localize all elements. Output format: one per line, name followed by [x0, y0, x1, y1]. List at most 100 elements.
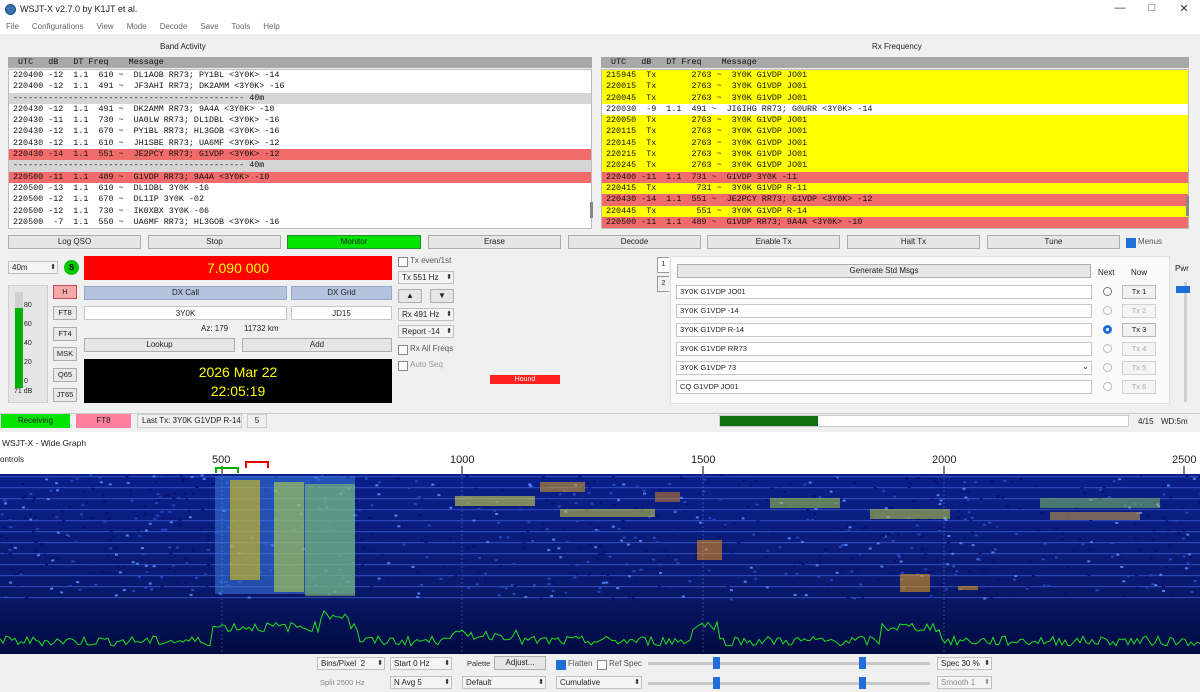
- tx6-button[interactable]: Tx 6: [1122, 380, 1156, 394]
- report-spinner[interactable]: Report -14: [398, 325, 454, 338]
- msk-mode-button[interactable]: MSK: [53, 347, 77, 361]
- minimize-icon[interactable]: —: [1105, 2, 1135, 18]
- tx4-message[interactable]: 3Y0K G1VDP RR73: [676, 342, 1092, 356]
- power-slider[interactable]: [1176, 286, 1190, 293]
- stop-button[interactable]: Stop: [148, 235, 281, 249]
- bins-per-pixel-spinner[interactable]: Bins/Pixel 2: [317, 657, 385, 670]
- monitor-button[interactable]: Monitor: [287, 235, 421, 249]
- tx1-message[interactable]: 3Y0K G1VDP JO01: [676, 285, 1092, 299]
- decode-row[interactable]: 220430 -14 1.1 551 ~ JE2PCY RR73; G1VDP …: [9, 149, 591, 161]
- decode-row[interactable]: 220500 -12 1.1 670 ~ DL1IP 3Y0K -02: [9, 194, 591, 205]
- decode-row[interactable]: 220500 -12 1.1 730 ~ IK0XBX 3Y0K -06: [9, 206, 591, 217]
- decode-row[interactable]: 220430 -11 1.1 730 ~ UA0LW RR73; DL1DBL …: [9, 115, 591, 126]
- tx6-message[interactable]: CQ G1VDP JO01: [676, 380, 1092, 394]
- close-icon[interactable]: ✕: [1169, 2, 1199, 18]
- decode-row[interactable]: 220430 -12 1.1 491 ~ DK2AMM RR73; 9A4A <…: [9, 104, 591, 115]
- s-meter-button[interactable]: S: [64, 260, 79, 275]
- generate-std-msgs-button[interactable]: Generate Std Msgs: [677, 264, 1091, 278]
- zero-slider[interactable]: [859, 657, 866, 669]
- band-activity-scrollbar[interactable]: [590, 202, 593, 218]
- rx-frequency-list[interactable]: 215945 Tx 2763 ~ 3Y0K G1VDP JO01 220015 T…: [601, 69, 1189, 229]
- tx3-message[interactable]: 3Y0K G1VDP R-14: [676, 323, 1092, 337]
- menu-configurations[interactable]: Configurations: [32, 20, 84, 34]
- spec-spinner[interactable]: Spec 30 %: [937, 657, 992, 670]
- avg-zero-slider[interactable]: [859, 677, 866, 689]
- erase-button[interactable]: Erase: [428, 235, 561, 249]
- tx5-button[interactable]: Tx 5: [1122, 361, 1156, 375]
- decode-row[interactable]: 220215 Tx 2763 ~ 3Y0K G1VDP JO01: [602, 149, 1188, 161]
- decode-row[interactable]: 220030 -9 1.1 491 ~ JI6IHG RR73; G0URR <…: [602, 104, 1188, 115]
- hound-mode-button[interactable]: H: [53, 285, 77, 299]
- tab-1[interactable]: 1: [657, 257, 669, 273]
- log-qso-button[interactable]: Log QSO: [8, 235, 141, 249]
- decode-row[interactable]: 220430 -12 1.1 670 ~ PY1BL RR73; HL3GOB …: [9, 126, 591, 137]
- q65-mode-button[interactable]: Q65: [53, 368, 77, 382]
- tx-up-button[interactable]: ▲: [398, 289, 422, 303]
- tx-down-button[interactable]: ▼: [430, 289, 454, 303]
- tx-even-checkbox[interactable]: Tx even/1st: [398, 256, 451, 267]
- decode-row[interactable]: 220430 -14 1.1 551 ~ JE2PCY RR73; G1VDP …: [602, 194, 1188, 206]
- decode-row[interactable]: 220445 Tx 551 ~ 3Y0K G1VDP R-14: [602, 205, 1188, 217]
- tx3-next-radio[interactable]: [1103, 325, 1112, 334]
- menus-checkbox[interactable]: Menus: [1126, 237, 1162, 248]
- decode-row[interactable]: 220500 -11 1.1 489 ~ G1VDP RR73; 9A4A <3…: [602, 216, 1188, 228]
- tx2-button[interactable]: Tx 2: [1122, 304, 1156, 318]
- menu-mode[interactable]: Mode: [127, 20, 147, 34]
- tx3-button[interactable]: Tx 3: [1122, 323, 1156, 337]
- menu-file[interactable]: File: [6, 20, 19, 34]
- tx4-button[interactable]: Tx 4: [1122, 342, 1156, 356]
- n-avg-spinner[interactable]: N Avg 5: [390, 676, 452, 689]
- maximize-icon[interactable]: □: [1137, 2, 1167, 18]
- jt65-mode-button[interactable]: JT65: [53, 388, 77, 402]
- decode-row[interactable]: ----------------------------------------…: [9, 92, 591, 104]
- gain-slider[interactable]: [713, 657, 720, 669]
- lookup-button[interactable]: Lookup: [84, 338, 235, 352]
- tx-frequency-spinner[interactable]: Tx 551 Hz: [398, 271, 454, 284]
- smooth-spinner[interactable]: Smooth 1: [937, 676, 992, 689]
- decode-row[interactable]: 220015 Tx 2763 ~ 3Y0K G1VDP JO01: [602, 81, 1188, 93]
- spectrum-type-select[interactable]: Cumulative: [556, 676, 642, 689]
- decode-row[interactable]: 220400 -12 1.1 491 ~ JF3AHI RR73; DK2AMM…: [9, 81, 591, 92]
- menu-decode[interactable]: Decode: [160, 20, 188, 34]
- decode-row[interactable]: 220500 -7 1.1 550 ~ UA6MF RR73; HL3GOB <…: [9, 217, 591, 228]
- decode-row[interactable]: 220115 Tx 2763 ~ 3Y0K G1VDP JO01: [602, 126, 1188, 138]
- tx2-next-radio[interactable]: [1103, 306, 1112, 315]
- tx2-message[interactable]: 3Y0K G1VDP -14: [676, 304, 1092, 318]
- dx-grid-input[interactable]: JD15: [291, 306, 392, 320]
- menu-save[interactable]: Save: [200, 20, 218, 34]
- decode-row[interactable]: 220400 -11 1.1 731 ~ G1VDP 3Y0K -11: [602, 171, 1188, 183]
- menu-tools[interactable]: Tools: [232, 20, 251, 34]
- decode-row[interactable]: 220430 -12 1.1 610 ~ JH1SBE RR73; UA6MF …: [9, 138, 591, 149]
- tune-button[interactable]: Tune: [987, 235, 1120, 249]
- rx-frequency-scrollbar[interactable]: [1186, 196, 1189, 216]
- auto-seq-checkbox[interactable]: Auto Seq: [398, 360, 443, 371]
- rx-frequency-spinner[interactable]: Rx 491 Hz: [398, 308, 454, 321]
- start-freq-spinner[interactable]: Start 0 Hz: [390, 657, 452, 670]
- tx5-message[interactable]: 3Y0K G1VDP 73: [676, 361, 1092, 375]
- flatten-checkbox[interactable]: Flatten: [556, 659, 592, 670]
- adjust-button[interactable]: Adjust...: [494, 656, 546, 670]
- rx-all-freqs-checkbox[interactable]: Rx All Freqs: [398, 344, 453, 355]
- ft4-mode-button[interactable]: FT4: [53, 327, 77, 341]
- avg-gain-slider[interactable]: [713, 677, 720, 689]
- palette-select[interactable]: Default: [462, 676, 546, 689]
- menu-help[interactable]: Help: [263, 20, 279, 34]
- tx1-next-radio[interactable]: [1103, 287, 1112, 296]
- band-select[interactable]: 40m: [8, 261, 58, 274]
- ref-spec-checkbox[interactable]: Ref Spec: [597, 659, 642, 670]
- ft8-mode-button[interactable]: FT8: [53, 306, 77, 320]
- add-button[interactable]: Add: [242, 338, 392, 352]
- tx1-button[interactable]: Tx 1: [1122, 285, 1156, 299]
- decode-row[interactable]: 215945 Tx 2763 ~ 3Y0K G1VDP JO01: [602, 70, 1188, 82]
- waterfall-display[interactable]: [0, 474, 1200, 654]
- decode-row[interactable]: ----------------------------------------…: [9, 160, 591, 172]
- halt-tx-button[interactable]: Halt Tx: [847, 235, 980, 249]
- decode-row[interactable]: 220050 Tx 2763 ~ 3Y0K G1VDP JO01: [602, 115, 1188, 127]
- decode-row[interactable]: 220500 -11 1.1 489 ~ G1VDP RR73; 9A4A <3…: [9, 171, 591, 183]
- tx6-next-radio[interactable]: [1103, 382, 1112, 391]
- decode-row[interactable]: 220400 -12 1.1 610 ~ DL1AOB RR73; PY1BL …: [9, 70, 591, 81]
- menu-view[interactable]: View: [96, 20, 113, 34]
- tx4-next-radio[interactable]: [1103, 344, 1112, 353]
- decode-row[interactable]: 220045 Tx 2763 ~ 3Y0K G1VDP JO01: [602, 92, 1188, 104]
- tx5-next-radio[interactable]: [1103, 363, 1112, 372]
